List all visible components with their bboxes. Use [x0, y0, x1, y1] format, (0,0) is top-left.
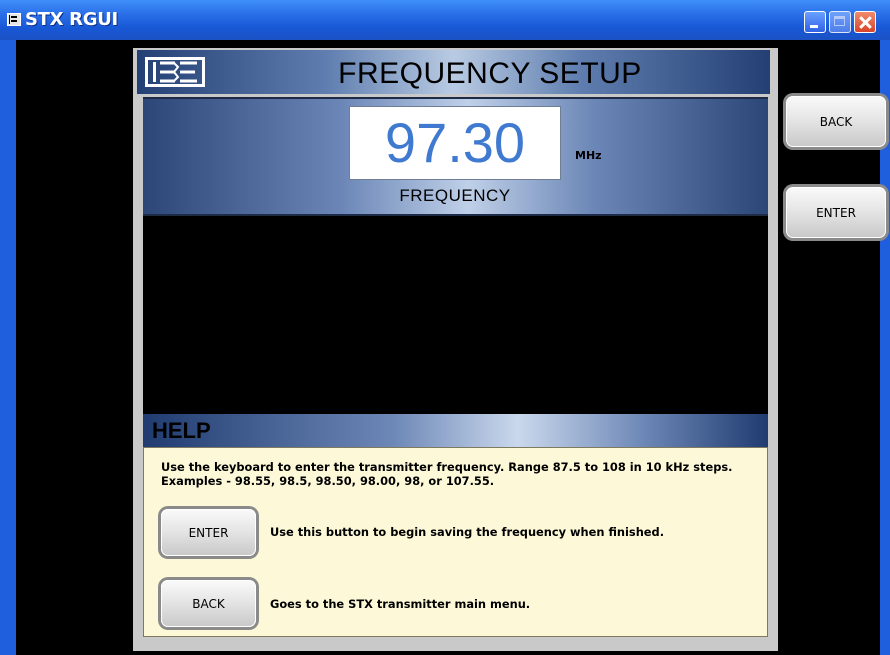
window-title: STX RGUI — [25, 9, 118, 30]
window-frame-left — [0, 40, 16, 655]
help-title: HELP — [152, 418, 211, 443]
back-button[interactable]: BACK — [786, 96, 886, 147]
page-title: FREQUENCY SETUP — [338, 57, 642, 90]
close-icon[interactable] — [854, 11, 876, 33]
enter-button[interactable]: ENTER — [786, 187, 886, 238]
frequency-value[interactable]: 97.30 — [349, 106, 561, 180]
frequency-label: FREQUENCY — [399, 186, 511, 205]
help-line-1: Use the keyboard to enter the transmitte… — [161, 460, 733, 474]
be-logo — [145, 57, 205, 87]
app-icon[interactable] — [7, 13, 21, 26]
help-enter-description: Use this button to begin saving the freq… — [270, 525, 665, 539]
help-instructions: Use the keyboard to enter the transmitte… — [161, 460, 761, 488]
minimize-icon[interactable] — [804, 11, 826, 33]
help-line-2: Examples - 98.55, 98.5, 98.50, 98.00, 98… — [161, 474, 495, 488]
frequency-unit: MHz — [575, 149, 602, 162]
help-header — [143, 414, 768, 447]
title-bar[interactable]: STX RGUI — [0, 0, 890, 40]
help-back-description: Goes to the STX transmitter main menu. — [270, 597, 531, 611]
help-back-button[interactable]: BACK — [161, 580, 256, 627]
help-enter-button[interactable]: ENTER — [161, 509, 256, 556]
display-area — [143, 216, 768, 414]
maximize-icon[interactable] — [829, 11, 851, 33]
